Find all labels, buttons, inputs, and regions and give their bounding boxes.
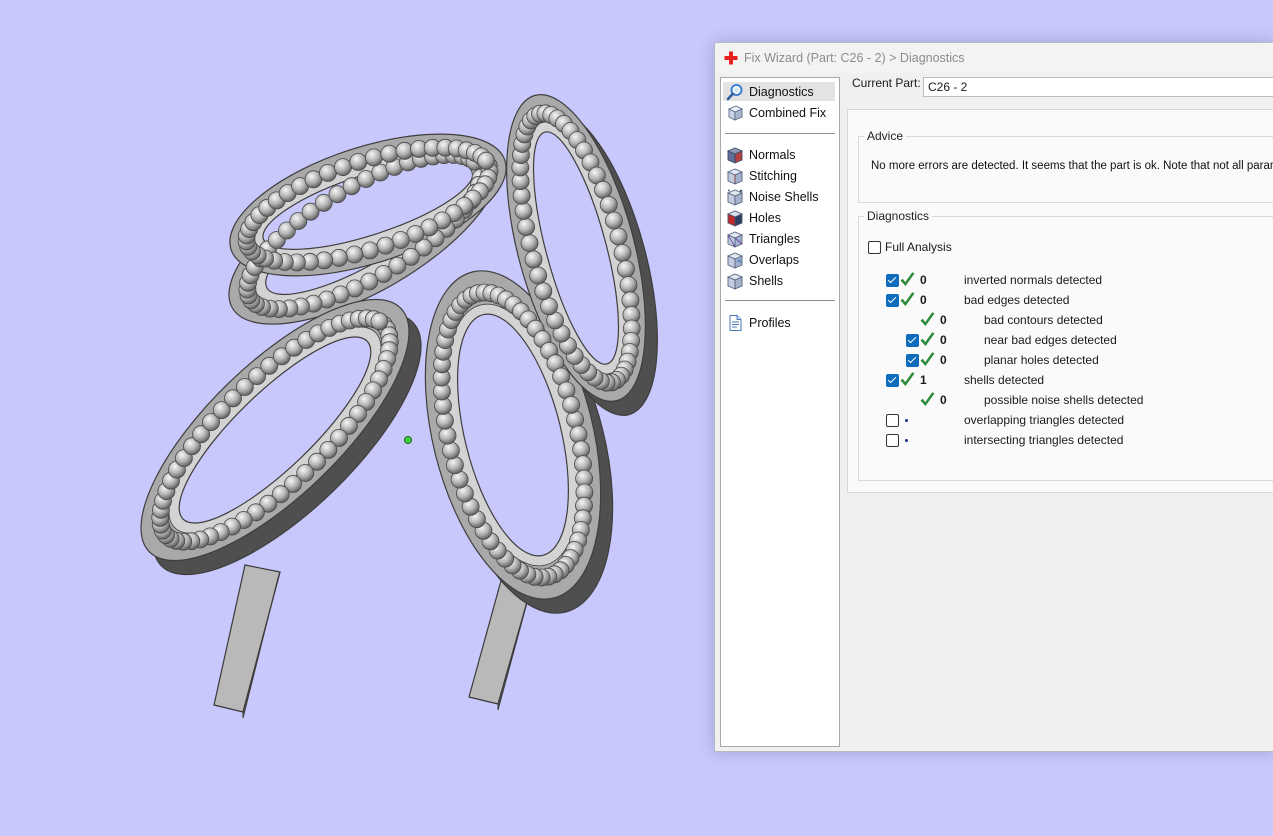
diagnostic-checkbox[interactable] (886, 374, 899, 387)
window-title: Fix Wizard (Part: C26 - 2) > Diagnostics (744, 51, 965, 65)
nav-separator (725, 300, 835, 301)
green-check-icon (900, 272, 915, 286)
advice-text: No more errors are detected. It seems th… (871, 160, 1273, 172)
wizard-nav-list: Diagnostics Combined Fix Normals Stitchi… (720, 77, 840, 747)
nav-item-shells[interactable]: Shells (723, 271, 835, 290)
diagnostic-checkbox[interactable] (906, 354, 919, 367)
cube-icon (727, 105, 744, 121)
full-analysis-label: Full Analysis (885, 240, 952, 254)
current-part-label: Current Part: (852, 76, 921, 90)
diagnostic-checkbox[interactable] (886, 414, 899, 427)
diagnostics-group: Diagnostics Full Analysis 0 inverted norm… (858, 209, 1273, 481)
magnifier-icon (726, 83, 743, 100)
diagnostic-count: 0 (940, 353, 947, 367)
diagnostic-label: planar holes detected (984, 353, 1099, 367)
diagnostic-row: 0 bad edges detected (859, 290, 1273, 310)
nav-item-normals[interactable]: Normals (723, 145, 835, 164)
3d-viewport[interactable] (0, 0, 714, 836)
diagnostic-count: 0 (940, 313, 947, 327)
diagnostic-checkbox[interactable] (886, 434, 899, 447)
diagnostic-count: 0 (940, 333, 947, 347)
green-check-icon (900, 292, 915, 306)
diagnostic-label: inverted normals detected (964, 273, 1103, 287)
nav-item-noise-shells[interactable]: Noise Shells (723, 187, 835, 206)
overlaps-cube-icon (726, 252, 744, 269)
normals-cube-icon (726, 147, 744, 164)
diagnostic-label: near bad edges detected (984, 333, 1117, 347)
nav-item-stitching[interactable]: Stitching (723, 166, 835, 185)
nav-item-profiles[interactable]: Profiles (723, 313, 835, 332)
diagnostic-row: intersecting triangles detected (859, 430, 1273, 450)
diagnostic-row: 0 possible noise shells detected (859, 390, 1273, 410)
current-part-field[interactable]: C26 - 2 (923, 77, 1273, 97)
advice-group: Advice No more errors are detected. It s… (858, 129, 1273, 203)
diagnostic-checkbox[interactable] (886, 274, 899, 287)
triangles-cube-icon (726, 231, 744, 248)
shells-cube-icon (726, 273, 744, 290)
diagnostic-row: 0 near bad edges detected (859, 330, 1273, 350)
diagnostic-row: 0 inverted normals detected (859, 270, 1273, 290)
red-cross-icon (724, 51, 738, 65)
diagnostics-title: Diagnostics (867, 209, 930, 223)
document-icon (729, 314, 742, 331)
diagnostic-label: intersecting triangles detected (964, 433, 1124, 447)
diagnostic-label: bad edges detected (964, 293, 1070, 307)
diagnostic-row: 0 planar holes detected (859, 350, 1273, 370)
fix-wizard-window: Fix Wizard (Part: C26 - 2) > Diagnostics… (714, 42, 1273, 752)
diagnostic-row: overlapping triangles detected (859, 410, 1273, 430)
green-check-icon (900, 372, 915, 386)
full-analysis-option[interactable]: Full Analysis (868, 240, 952, 254)
pending-dot-icon (905, 439, 908, 442)
nav-item-overlaps[interactable]: Overlaps (723, 250, 835, 269)
stitching-cube-icon (726, 168, 744, 185)
diagnostic-count: 0 (920, 273, 927, 287)
diagnostic-label: possible noise shells detected (984, 393, 1144, 407)
diagnostic-row: 1 shells detected (859, 370, 1273, 390)
diagnostic-count: 0 (940, 393, 947, 407)
diagnostic-label: bad contours detected (984, 313, 1103, 327)
diagnostic-count: 0 (920, 293, 927, 307)
nav-item-holes[interactable]: Holes (723, 208, 835, 227)
advice-title: Advice (867, 129, 904, 143)
part-stems (213, 547, 541, 719)
diagnostic-row: 0 bad contours detected (859, 310, 1273, 330)
pending-dot-icon (905, 419, 908, 422)
full-analysis-checkbox[interactable] (868, 240, 881, 254)
holes-cube-icon (726, 210, 744, 227)
green-check-icon (920, 352, 935, 366)
nav-item-diagnostics[interactable]: Diagnostics (723, 82, 835, 101)
diagnostic-label: overlapping triangles detected (964, 413, 1125, 427)
diagnostics-panel: Advice No more errors are detected. It s… (847, 109, 1273, 493)
green-check-icon (920, 312, 935, 326)
green-check-icon (920, 392, 935, 406)
noise-shells-icon (726, 189, 744, 206)
title-bar[interactable]: Fix Wizard (Part: C26 - 2) > Diagnostics (715, 43, 1273, 73)
green-check-icon (920, 332, 935, 346)
diagnostic-checkbox[interactable] (906, 334, 919, 347)
nav-item-triangles[interactable]: Triangles (723, 229, 835, 248)
nav-item-combined-fix[interactable]: Combined Fix (723, 103, 835, 122)
diagnostic-count: 1 (920, 373, 927, 387)
diagnostic-label: shells detected (964, 373, 1045, 387)
pivot-marker (404, 436, 412, 444)
diagnostic-checkbox[interactable] (886, 294, 899, 307)
nav-separator (725, 133, 835, 134)
